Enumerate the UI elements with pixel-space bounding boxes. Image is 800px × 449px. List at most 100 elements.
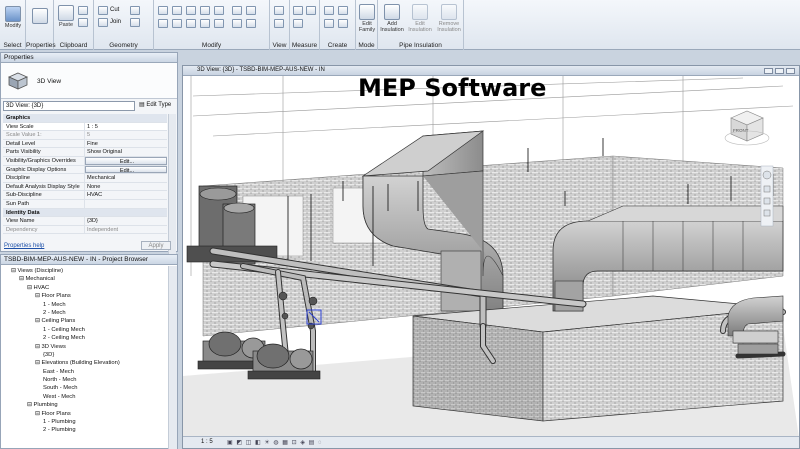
edit-button[interactable]: Edit... — [85, 156, 167, 165]
trim-single-icon[interactable] — [214, 19, 224, 28]
edit-type-button[interactable]: ▤ Edit Type — [139, 101, 171, 108]
browser-tree-item[interactable]: North - Mech — [1, 376, 169, 384]
browser-tree-item[interactable]: 1 - Plumbing — [1, 418, 169, 426]
properties-help-link[interactable]: Properties help — [4, 243, 44, 249]
split-icon[interactable] — [214, 6, 224, 15]
edit-button[interactable]: Edit... — [85, 165, 167, 174]
view-scale-label[interactable]: 1 : 5 — [201, 439, 213, 445]
scale-icon[interactable] — [246, 6, 256, 15]
cut-label[interactable]: Cut — [110, 7, 119, 13]
browser-scrollbar[interactable] — [168, 266, 177, 449]
dimension-icon[interactable] — [306, 6, 316, 15]
browser-tree-item[interactable]: {3D} — [1, 351, 169, 359]
instance-selector[interactable]: 3D View: {3D} — [3, 101, 135, 111]
cut-icon[interactable] — [78, 18, 88, 27]
view-control-bar: 1 : 5 ▣ ◩ ◫ ◧ ☀ ◍ ▦ ⊡ ◈ ▤ ◌ — [183, 436, 799, 448]
property-value[interactable]: 1 : 5 — [85, 122, 167, 131]
property-name: View Name — [3, 217, 85, 225]
override-icon[interactable] — [274, 19, 284, 28]
property-row[interactable]: Default Analysis Display Style None — [3, 182, 167, 192]
cope-icon[interactable] — [98, 6, 108, 15]
browser-tree-item[interactable]: 1 - Mech — [1, 301, 169, 309]
split-face-icon[interactable] — [130, 18, 140, 27]
delete-icon[interactable] — [246, 19, 256, 28]
property-name: Scale Value 1: — [3, 131, 85, 139]
create-assembly-icon[interactable] — [338, 19, 348, 28]
property-row[interactable]: View Scale 1 : 5 — [3, 122, 167, 132]
browser-tree-item[interactable]: ⊟ Floor Plans — [1, 410, 169, 418]
mirror-draw-icon[interactable] — [200, 6, 210, 15]
property-row[interactable]: Sun Path — [3, 199, 167, 209]
apply-button[interactable]: Apply — [141, 241, 171, 250]
property-row[interactable]: Discipline Mechanical — [3, 174, 167, 183]
property-value[interactable]: Fine — [85, 140, 167, 148]
copy-icon[interactable] — [78, 6, 88, 15]
browser-tree-item[interactable]: ⊟ Ceiling Plans — [1, 317, 169, 325]
property-row[interactable]: Sub-Discipline HVAC — [3, 191, 167, 200]
add-insulation-button[interactable]: Add Insulation — [379, 4, 405, 33]
property-row[interactable]: View Name {3D} — [3, 217, 167, 226]
property-row[interactable]: Scale Value 1: 5 — [3, 131, 167, 140]
browser-tree-item[interactable]: ⊟ HVAC — [1, 284, 169, 292]
copy-element-icon[interactable] — [172, 19, 182, 28]
rotate-icon[interactable] — [186, 19, 196, 28]
remove-insulation-button[interactable]: Remove Insulation — [435, 4, 463, 33]
edit-insulation-button[interactable]: Edit Insulation — [407, 4, 433, 33]
maximize-button[interactable] — [775, 68, 784, 74]
browser-tree-item[interactable]: East - Mech — [1, 368, 169, 376]
browser-tree-item[interactable]: 2 - Mech — [1, 309, 169, 317]
minimize-button[interactable] — [764, 68, 773, 74]
browser-tree-item[interactable]: ⊟ Mechanical — [1, 275, 169, 283]
paste-button[interactable]: Paste — [57, 5, 75, 28]
wall-joins-icon[interactable] — [130, 6, 140, 15]
align-icon[interactable] — [158, 6, 168, 15]
array-icon[interactable] — [232, 6, 242, 15]
browser-tree-item[interactable]: ⊟ Views (Discipline) — [1, 267, 169, 275]
join-icon[interactable] — [98, 18, 108, 27]
property-row[interactable]: Graphic Display Options Edit... — [3, 165, 167, 175]
air-handling-unit[interactable] — [412, 295, 784, 422]
view-cube[interactable]: FRONT — [724, 110, 770, 146]
create-group-icon[interactable] — [338, 6, 348, 15]
measure-icon[interactable] — [293, 6, 303, 15]
property-row[interactable]: Dependency Independent — [3, 225, 167, 235]
browser-tree-item[interactable]: ⊟ Elevations (Building Elevation) — [1, 359, 169, 367]
create-similar-icon[interactable] — [324, 6, 334, 15]
properties-button[interactable] — [32, 8, 48, 25]
browser-tree-item[interactable]: ⊟ Plumbing — [1, 401, 169, 409]
property-value[interactable] — [85, 200, 167, 208]
browser-tree-item[interactable]: 1 - Ceiling Mech — [1, 326, 169, 334]
join-label[interactable]: Join — [110, 19, 121, 25]
property-value[interactable]: HVAC — [85, 191, 167, 199]
property-row[interactable]: Visibility/Graphics Overrides Edit... — [3, 156, 167, 166]
property-value[interactable]: {3D} — [85, 217, 167, 225]
browser-tree-item[interactable]: 2 - Ceiling Mech — [1, 334, 169, 342]
modify-button[interactable]: Modify — [2, 6, 24, 29]
create-parts-icon[interactable] — [324, 19, 334, 28]
close-button[interactable] — [786, 68, 795, 74]
property-name: Dependency — [3, 225, 85, 234]
property-value[interactable]: None — [85, 183, 167, 191]
model-canvas[interactable]: FRONT — [183, 76, 799, 438]
view-control-icons[interactable]: ▣ ◩ ◫ ◧ ☀ ◍ ▦ ⊡ ◈ ▤ ◌ — [227, 439, 323, 446]
browser-tree-item[interactable]: ⊟ Floor Plans — [1, 292, 169, 300]
navigation-bar[interactable] — [760, 165, 774, 227]
hide-icon[interactable] — [274, 6, 284, 15]
ribbon-group-view: View — [270, 0, 290, 50]
browser-tree-item[interactable]: South - Mech — [1, 384, 169, 392]
mirror-axis-icon[interactable] — [186, 6, 196, 15]
trim-icon[interactable] — [200, 19, 210, 28]
ruler-icon[interactable] — [293, 19, 303, 28]
browser-tree-item[interactable]: ⊟ 3D Views — [1, 343, 169, 351]
edit-family-button[interactable]: Edit Family — [357, 4, 377, 33]
pin-icon[interactable] — [232, 19, 242, 28]
project-browser-title: TSBD-BIM-MEP-AUS-NEW - IN - Project Brow… — [1, 255, 177, 265]
browser-tree-item[interactable]: 2 - Plumbing — [1, 426, 169, 434]
property-row[interactable]: Parts Visibility Show Original — [3, 148, 167, 157]
property-value[interactable]: Mechanical — [85, 174, 167, 182]
property-row[interactable]: Detail Level Fine — [3, 139, 167, 149]
offset-icon[interactable] — [172, 6, 182, 15]
property-value[interactable]: Show Original — [85, 148, 167, 156]
move-icon[interactable] — [158, 19, 168, 28]
browser-tree-item[interactable]: West - Mech — [1, 393, 169, 401]
